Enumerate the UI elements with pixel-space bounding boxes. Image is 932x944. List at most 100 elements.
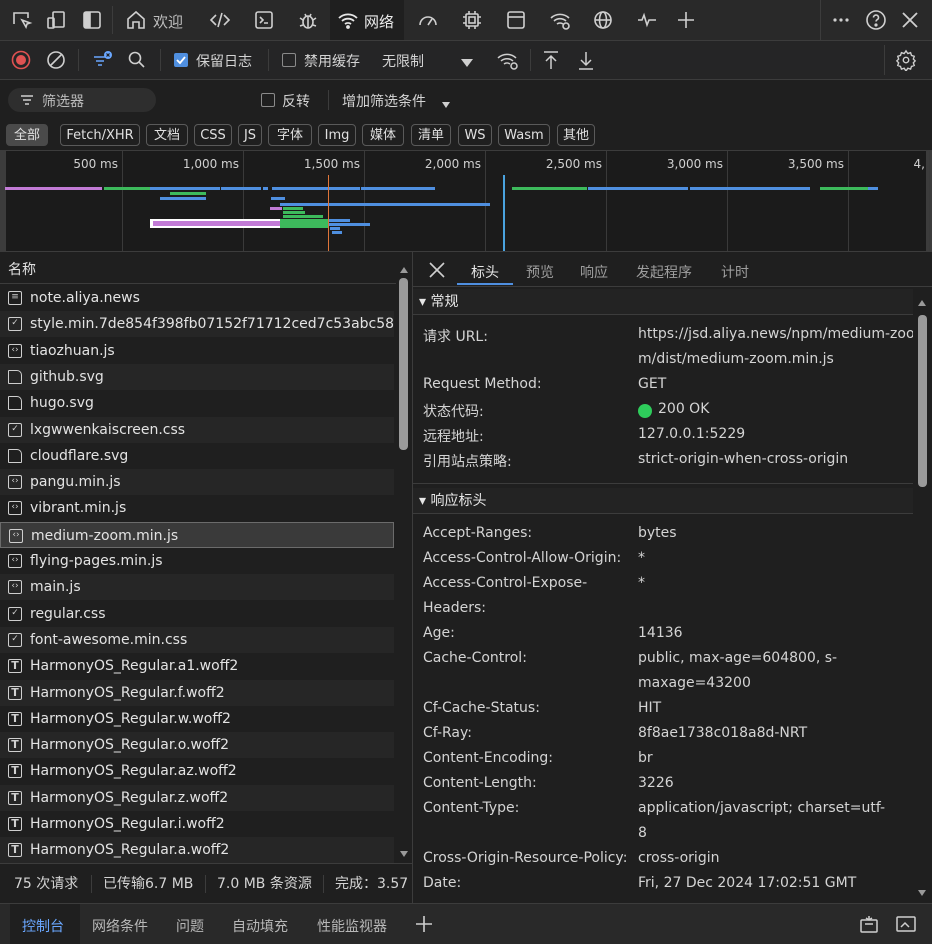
invert-checkbox[interactable] (261, 93, 275, 107)
clear-icon[interactable] (46, 50, 66, 70)
network-conditions-icon[interactable] (548, 8, 572, 32)
request-list-scrollbar[interactable] (396, 256, 412, 863)
drawer-tab[interactable]: 问题 (176, 916, 204, 936)
elements-icon[interactable] (208, 8, 232, 32)
network-wifi-icon[interactable] (336, 8, 360, 32)
type-filter-chip[interactable]: 清单 (411, 124, 451, 146)
request-row[interactable]: T HarmonyOS_Regular.az.woff2 (0, 758, 394, 784)
type-filter-chip[interactable]: CSS (194, 124, 232, 146)
request-row[interactable]: ‹› main.js (0, 574, 394, 601)
collapse-triangle-icon[interactable]: ▾ (419, 493, 430, 509)
request-row[interactable]: ✓ regular.css (0, 601, 394, 627)
type-filter-chip[interactable]: 全部 (6, 124, 48, 146)
request-row[interactable]: ≡ note.aliya.news (0, 285, 394, 311)
device-icon[interactable] (44, 8, 68, 32)
application-icon[interactable] (504, 8, 528, 32)
globe-icon[interactable] (591, 8, 615, 32)
details-tab[interactable]: 标头 (471, 262, 499, 282)
request-name[interactable]: style.min.7de854f398fb07152f71712ced7c53… (30, 311, 394, 337)
type-filter-chip[interactable]: WS (458, 124, 492, 146)
network-conditions-icon[interactable] (496, 49, 520, 71)
type-filter-chip[interactable]: 其他 (557, 124, 595, 146)
request-row[interactable]: T HarmonyOS_Regular.f.woff2 (0, 679, 394, 706)
request-row[interactable]: ‹› medium-zoom.min.js (0, 521, 394, 548)
performance-icon[interactable] (416, 8, 440, 32)
request-name[interactable]: HarmonyOS_Regular.f.woff2 (30, 680, 225, 706)
details-scroll-down-icon[interactable] (917, 885, 927, 901)
request-name[interactable]: pangu.min.js (30, 469, 121, 495)
drawer-dock-icon[interactable] (858, 914, 880, 934)
scroll-up-icon[interactable] (399, 262, 409, 278)
throttle-select-value[interactable]: 无限制 (382, 51, 424, 71)
settings-gear-icon[interactable] (895, 49, 917, 73)
details-tab[interactable]: 预览 (526, 262, 554, 282)
disable-cache-label[interactable]: 禁用缓存 (304, 51, 360, 71)
more-filters-dropdown[interactable]: 增加筛选条件 (342, 91, 426, 111)
request-row[interactable]: T HarmonyOS_Regular.z.woff2 (0, 784, 394, 811)
request-name[interactable]: lxgwwenkaiscreen.css (30, 417, 185, 443)
collapse-triangle-icon[interactable]: ▾ (419, 294, 430, 310)
request-name[interactable]: font-awesome.min.css (30, 627, 187, 653)
request-name[interactable]: note.aliya.news (30, 285, 140, 311)
inspect-icon[interactable] (10, 8, 34, 32)
request-row[interactable]: T HarmonyOS_Regular.w.woff2 (0, 706, 394, 732)
request-name[interactable]: HarmonyOS_Regular.o.woff2 (30, 732, 229, 758)
scroll-down-icon[interactable] (399, 846, 409, 862)
welcome-tab-label[interactable]: 欢迎 (153, 11, 183, 32)
drawer-expand-icon[interactable] (895, 914, 917, 934)
type-filter-chip[interactable]: Img (318, 124, 356, 146)
request-name[interactable]: flying-pages.min.js (30, 548, 163, 574)
sources-bug-icon[interactable] (296, 8, 320, 32)
close-icon[interactable] (898, 8, 922, 32)
request-name[interactable]: github.svg (30, 364, 104, 390)
console-icon[interactable] (252, 8, 276, 32)
details-scroll-up-icon[interactable] (917, 295, 927, 311)
section-general-header[interactable]: ▾ 常规 (413, 289, 913, 315)
request-row[interactable]: T HarmonyOS_Regular.i.woff2 (0, 811, 394, 837)
request-list-scroll-thumb[interactable] (399, 278, 408, 450)
throttle-dropdown-icon[interactable] (460, 56, 474, 67)
search-icon[interactable] (127, 50, 147, 70)
request-row[interactable]: cloudflare.svg (0, 443, 394, 469)
type-filter-chip[interactable]: 文档 (146, 124, 188, 146)
request-name[interactable]: HarmonyOS_Regular.z.woff2 (30, 785, 228, 811)
record-stop-icon[interactable] (11, 50, 31, 70)
export-har-icon[interactable] (576, 49, 596, 71)
disable-cache-checkbox[interactable] (282, 53, 296, 67)
plus-icon[interactable] (674, 8, 698, 32)
section-response-headers-header[interactable]: ▾ 响应标头 (413, 488, 913, 514)
import-har-icon[interactable] (541, 49, 561, 71)
request-row[interactable]: ✓ font-awesome.min.css (0, 626, 394, 653)
request-row[interactable]: T HarmonyOS_Regular.a1.woff2 (0, 653, 394, 679)
more-icon[interactable] (829, 8, 853, 32)
details-tab[interactable]: 响应 (580, 262, 608, 282)
request-row[interactable]: hugo.svg (0, 390, 394, 416)
request-name[interactable]: vibrant.min.js (30, 495, 126, 521)
preserve-log-label[interactable]: 保留日志 (196, 51, 252, 71)
drawer-tab[interactable]: 自动填充 (232, 916, 288, 936)
request-row[interactable]: T HarmonyOS_Regular.o.woff2 (0, 732, 394, 759)
sidebar-icon[interactable] (80, 8, 104, 32)
drawer-tab[interactable]: 控制台 (22, 916, 64, 936)
memory-chip-icon[interactable] (460, 8, 484, 32)
drawer-add-tab-icon[interactable] (414, 914, 434, 934)
type-filter-chip[interactable]: 媒体 (362, 124, 404, 146)
type-filter-chip[interactable]: JS (238, 124, 262, 146)
drawer-tab[interactable]: 性能监视器 (317, 916, 387, 936)
request-name[interactable]: hugo.svg (30, 390, 94, 416)
details-tab[interactable]: 计时 (721, 262, 749, 282)
details-scroll-thumb[interactable] (918, 315, 927, 487)
request-name[interactable]: HarmonyOS_Regular.w.woff2 (30, 706, 231, 732)
type-filter-chip[interactable]: Fetch/XHR (60, 124, 140, 146)
home-icon[interactable] (124, 8, 148, 32)
help-icon[interactable] (864, 8, 888, 32)
request-name[interactable]: HarmonyOS_Regular.a.woff2 (30, 837, 229, 863)
request-row[interactable]: T HarmonyOS_Regular.a.woff2 (0, 837, 394, 864)
details-tab[interactable]: 发起程序 (636, 262, 692, 282)
request-row[interactable]: ‹› tiaozhuan.js (0, 338, 394, 364)
request-name[interactable]: HarmonyOS_Regular.a1.woff2 (30, 653, 238, 679)
pulse-icon[interactable] (635, 8, 659, 32)
type-filter-chip[interactable]: 字体 (268, 124, 312, 146)
column-header-name[interactable]: 名称 (0, 256, 396, 284)
request-name[interactable]: HarmonyOS_Regular.az.woff2 (30, 758, 237, 784)
